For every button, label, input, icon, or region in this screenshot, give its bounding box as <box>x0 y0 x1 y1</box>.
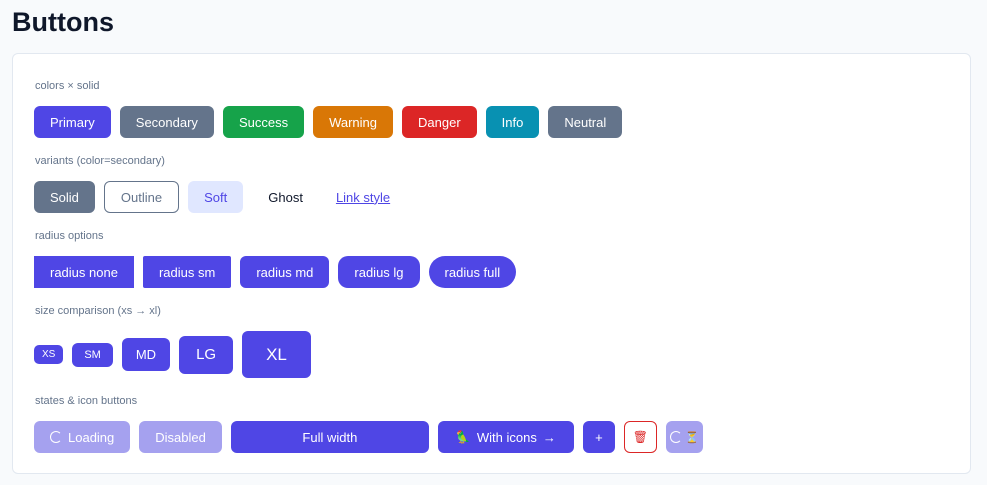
primary-button[interactable]: Primary <box>34 106 111 138</box>
link-style-button[interactable]: Link style <box>328 181 398 213</box>
arrow-right-icon: → <box>542 429 556 445</box>
size-xs-button[interactable]: XS <box>34 345 64 364</box>
with-icons-label: With icons <box>476 429 537 445</box>
info-button[interactable]: Info <box>485 106 540 138</box>
danger-button[interactable]: Danger <box>402 106 477 138</box>
size-md-button[interactable]: MD <box>121 338 171 371</box>
loading-label: Loading <box>68 429 115 445</box>
delete-button[interactable]: 🗑 <box>623 421 657 453</box>
radius-md-button[interactable]: radius md <box>240 256 330 288</box>
spinner-icon <box>670 431 683 443</box>
success-button[interactable]: Success <box>222 106 305 138</box>
disabled-button[interactable]: Disabled <box>139 421 222 453</box>
radius-lg-button[interactable]: radius lg <box>338 256 420 288</box>
neutral-button[interactable]: Neutral <box>548 106 623 138</box>
loading-button[interactable]: Loading <box>34 421 131 453</box>
with-icons-button[interactable]: 🦜 With icons → <box>437 421 574 453</box>
parrot-icon: 🦜 <box>455 430 471 444</box>
radius-sm-button[interactable]: radius sm <box>142 256 232 288</box>
radius-none-button[interactable]: radius none <box>34 256 134 288</box>
section-label-variants: variants (color=secondary) <box>35 155 165 167</box>
radius-full-button[interactable]: radius full <box>428 256 517 288</box>
section-label-sizes: size comparison (xs → xl) <box>35 305 161 317</box>
plus-button[interactable]: + <box>582 421 615 453</box>
loading-icon-button[interactable]: ⏳ <box>665 421 703 453</box>
soft-button[interactable]: Soft <box>188 181 244 213</box>
states-row: Loading Disabled Full width 🦜 With icons… <box>34 421 712 453</box>
page-title: Buttons <box>12 7 114 37</box>
sizes-row: XS SM MD LG XL <box>34 331 320 378</box>
variants-row: Solid Outline Soft Ghost Link style <box>34 181 407 213</box>
section-label-states: states & icon buttons <box>35 395 138 407</box>
colors-row: Primary Secondary Success Warning Danger… <box>34 106 631 138</box>
section-label-radius: radius options <box>35 230 104 242</box>
secondary-button[interactable]: Secondary <box>119 106 214 138</box>
buttons-card: colors × solid Primary Secondary Success… <box>12 53 971 474</box>
section-label-colors: colors × solid <box>35 80 100 92</box>
hourglass-icon: ⏳ <box>685 431 699 444</box>
outline-button[interactable]: Outline <box>103 181 180 213</box>
size-sm-button[interactable]: SM <box>72 342 113 367</box>
spinner-icon <box>50 431 62 443</box>
size-lg-button[interactable]: LG <box>179 335 234 374</box>
solid-button[interactable]: Solid <box>34 181 95 213</box>
trash-icon: 🗑 <box>632 430 648 444</box>
ghost-button[interactable]: Ghost <box>252 181 319 213</box>
warning-button[interactable]: Warning <box>313 106 394 138</box>
full-width-button[interactable]: Full width <box>230 421 429 453</box>
radius-row: radius none radius sm radius md radius l… <box>34 256 525 288</box>
size-xl-button[interactable]: XL <box>242 331 311 378</box>
